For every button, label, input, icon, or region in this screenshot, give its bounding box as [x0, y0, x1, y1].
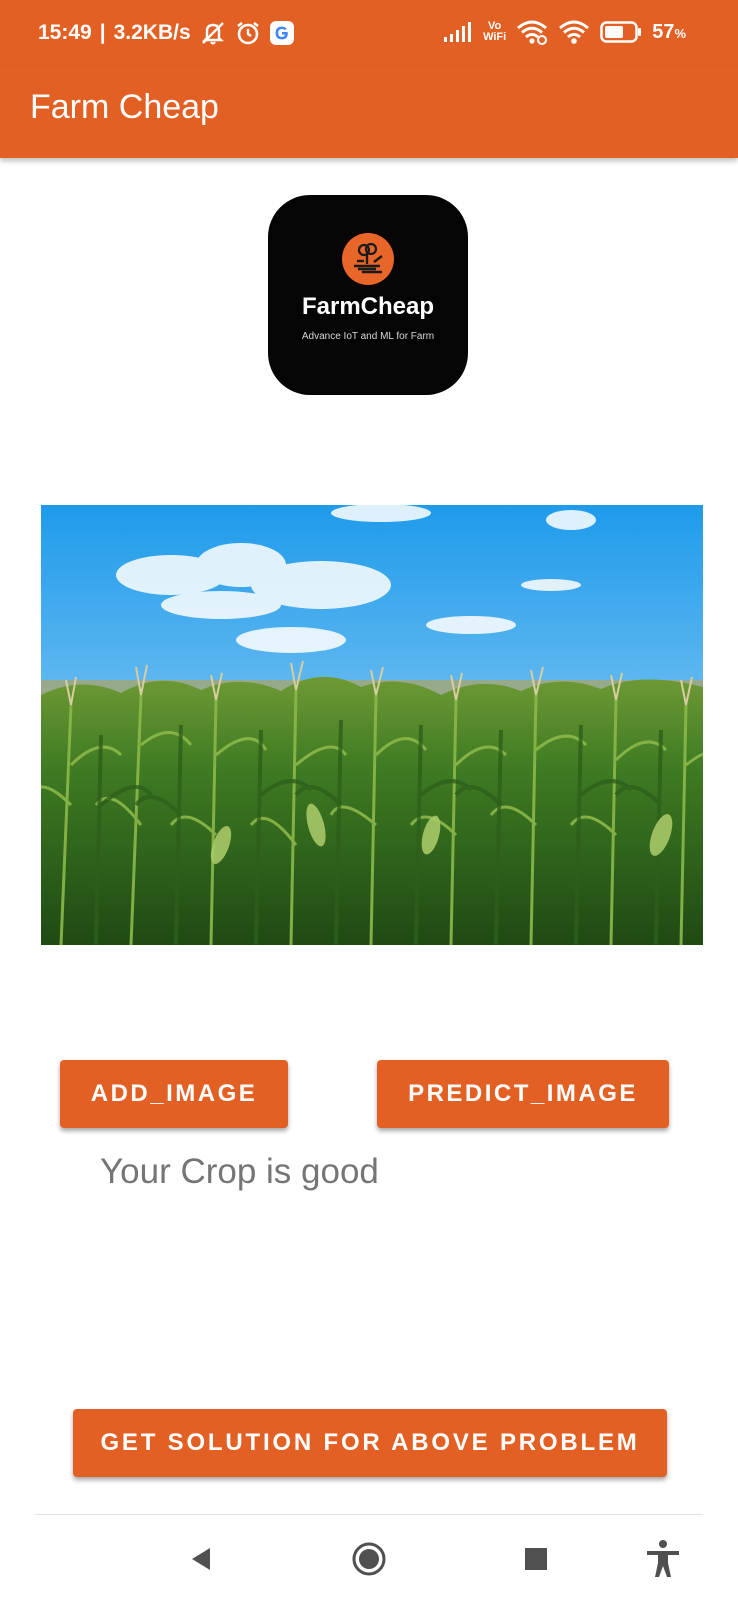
status-net-speed: 3.2KB/s [113, 21, 191, 44]
farm-logo-icon [342, 233, 394, 285]
wifi-icon [558, 19, 590, 45]
system-nav-bar [0, 1515, 738, 1600]
wifi-icon [516, 19, 548, 45]
signal-icon [443, 21, 473, 43]
accessibility-icon[interactable] [643, 1539, 683, 1579]
google-icon [269, 20, 295, 46]
home-icon[interactable] [349, 1539, 389, 1579]
battery-percent: 57% [652, 21, 686, 44]
app-title: Farm Cheap [30, 88, 219, 126]
app-bar: Farm Cheap [0, 66, 738, 158]
add-image-button[interactable]: ADD_IMAGE [60, 1060, 288, 1128]
get-solution-button[interactable]: GET SOLUTION FOR ABOVE PROBLEM [73, 1409, 667, 1477]
alarm-icon [235, 20, 261, 46]
battery-value: 57 [652, 20, 675, 43]
status-separator: | [99, 21, 106, 44]
vowifi-line2: WiFi [483, 31, 507, 43]
mute-icon [199, 20, 227, 46]
battery-icon [600, 20, 642, 44]
status-right: Vo WiFi 57% [443, 16, 686, 48]
status-time: 15:49 [38, 21, 92, 44]
logo-name: FarmCheap [301, 293, 435, 320]
back-icon[interactable] [182, 1539, 222, 1579]
result-text: Your Crop is good [100, 1152, 379, 1191]
logo-tagline: Advance IoT and ML for Farm [301, 331, 435, 342]
status-left: 15:49 | 3.2KB/s [38, 18, 295, 48]
predict-image-button[interactable]: PREDICT_IMAGE [377, 1060, 669, 1128]
status-bar: 15:49 | 3.2KB/s Vo WiFi 57% [0, 0, 738, 66]
vowifi-icon: Vo WiFi [483, 21, 506, 43]
corn-field-image [41, 505, 703, 945]
recents-icon[interactable] [516, 1539, 556, 1579]
battery-unit: % [674, 25, 686, 41]
app-logo: FarmCheap Advance IoT and ML for Farm [268, 195, 468, 395]
